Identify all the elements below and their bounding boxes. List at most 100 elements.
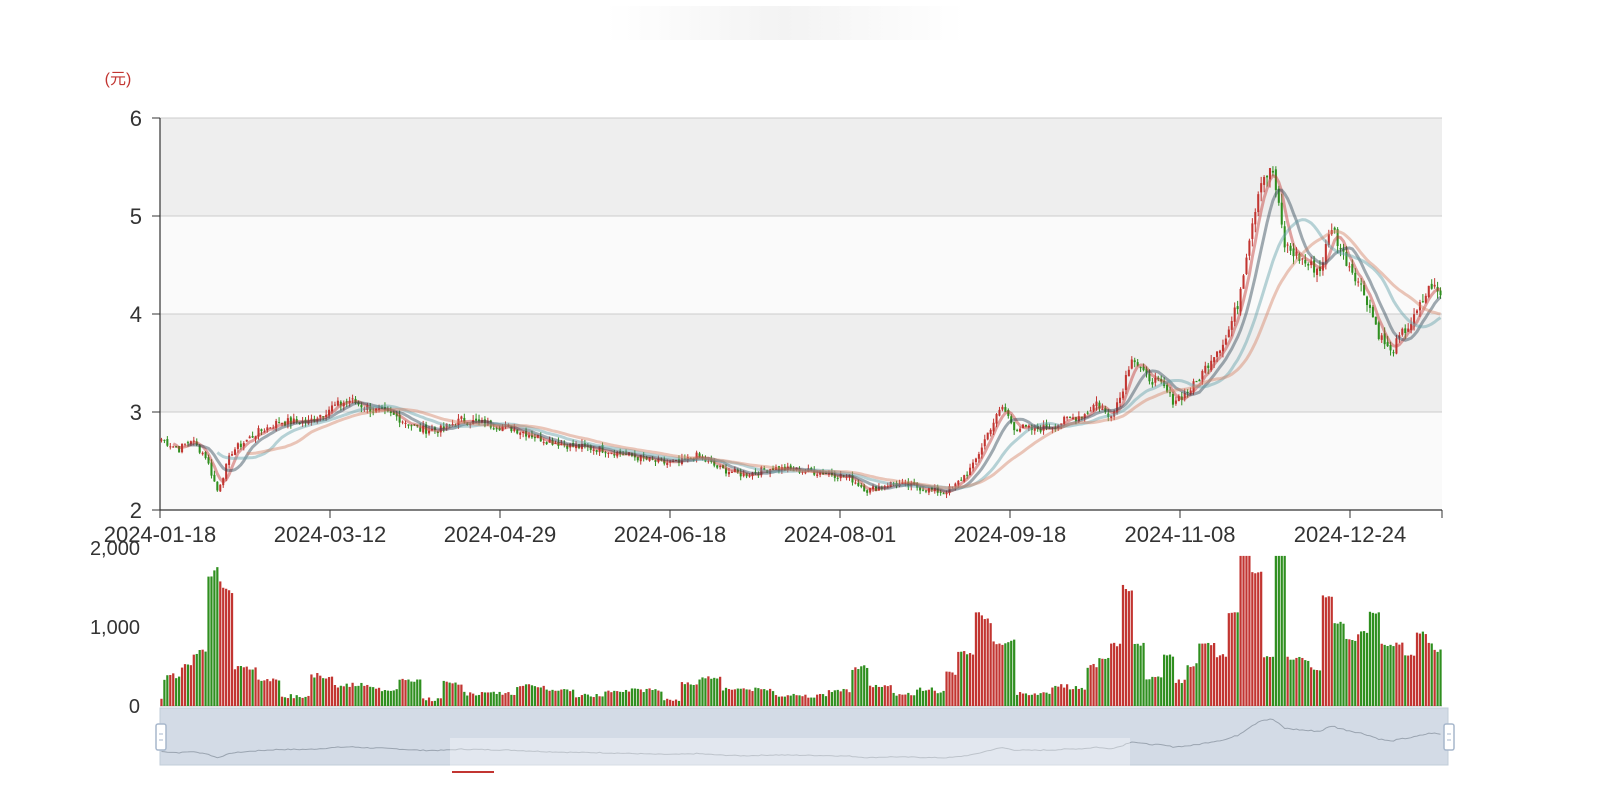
volume-bar bbox=[1248, 555, 1251, 706]
volume-bar bbox=[1057, 686, 1060, 706]
volume-bar bbox=[577, 697, 581, 706]
volume-bar bbox=[198, 650, 201, 706]
volume-bar bbox=[1136, 643, 1139, 706]
volume-bar bbox=[424, 700, 428, 706]
volume-bar bbox=[216, 567, 219, 706]
volume-bar bbox=[389, 690, 392, 706]
volume-bar bbox=[866, 667, 869, 706]
volume-bar bbox=[419, 679, 422, 706]
volume-bar bbox=[383, 690, 387, 706]
volume-bar bbox=[1395, 642, 1398, 706]
volume-bar bbox=[816, 694, 819, 706]
volume-bar bbox=[851, 669, 854, 706]
volume-bar bbox=[236, 666, 240, 706]
volume-bar bbox=[871, 687, 875, 706]
volume-bar bbox=[857, 669, 860, 706]
candle-body bbox=[1357, 281, 1360, 283]
volume-bar bbox=[695, 684, 698, 706]
candle-body bbox=[1404, 328, 1407, 333]
candle-body bbox=[1133, 360, 1136, 363]
volume-bar bbox=[807, 697, 810, 706]
candle-body bbox=[1001, 406, 1004, 410]
candle-body bbox=[1016, 429, 1019, 431]
candle-body bbox=[545, 442, 548, 445]
volume-bar bbox=[169, 674, 172, 706]
volume-bar bbox=[1154, 677, 1157, 706]
candle-body bbox=[1245, 257, 1248, 275]
volume-bar bbox=[1374, 613, 1377, 706]
candle-body bbox=[1124, 375, 1127, 390]
candle-body bbox=[1004, 407, 1007, 412]
volume-bar bbox=[248, 669, 251, 706]
volume-bar bbox=[325, 678, 328, 706]
volume-bar bbox=[407, 679, 410, 706]
volume-bar bbox=[666, 698, 669, 706]
volume-bar bbox=[1168, 654, 1172, 706]
candle-body bbox=[1365, 296, 1369, 306]
volume-bar bbox=[951, 672, 954, 706]
volume-bar bbox=[868, 685, 872, 706]
volume-bar bbox=[524, 684, 528, 706]
candle-body bbox=[995, 414, 998, 424]
volume-bar bbox=[275, 679, 278, 706]
volume-bar bbox=[1254, 573, 1257, 706]
volume-bar bbox=[1392, 646, 1395, 706]
volume-bar bbox=[874, 684, 878, 706]
volume-bar bbox=[683, 684, 686, 706]
volume-y-axis: 0 1,000 2,000 bbox=[90, 538, 1442, 718]
volume-bar bbox=[954, 674, 957, 706]
volume-bar bbox=[551, 689, 554, 706]
volume-bar bbox=[583, 693, 587, 706]
volume-bar bbox=[310, 674, 313, 706]
candle-body bbox=[1242, 275, 1245, 289]
volume-bar bbox=[880, 686, 883, 706]
volume-bar bbox=[1280, 555, 1283, 706]
volume-bar bbox=[1086, 667, 1089, 706]
candle-body bbox=[183, 443, 187, 445]
volume-bar bbox=[995, 644, 998, 706]
volume-bar bbox=[821, 694, 825, 706]
candle-body bbox=[1360, 283, 1363, 285]
volume-bar bbox=[427, 697, 431, 706]
volume-bar bbox=[842, 688, 845, 706]
volume-bar bbox=[910, 695, 913, 706]
candle-body bbox=[1086, 412, 1089, 414]
volume-bar bbox=[401, 678, 404, 706]
volume-bar bbox=[522, 685, 525, 706]
candle-body bbox=[971, 462, 975, 469]
volume-bar bbox=[1327, 596, 1330, 706]
candle-body bbox=[1207, 365, 1210, 369]
candle-body bbox=[1292, 248, 1295, 257]
volume-bar bbox=[942, 690, 945, 706]
candle-body bbox=[595, 450, 598, 452]
candle-body bbox=[1271, 170, 1274, 173]
volume-bar bbox=[304, 696, 307, 706]
data-zoom-slider[interactable] bbox=[155, 707, 1455, 773]
candle-body bbox=[966, 474, 969, 476]
candle-body bbox=[169, 446, 172, 448]
volume-bar bbox=[624, 689, 628, 706]
volume-bar bbox=[301, 697, 304, 706]
candle-body bbox=[1233, 307, 1236, 322]
volume-bar bbox=[1110, 643, 1113, 706]
volume-bar bbox=[1224, 656, 1228, 706]
volume-bar bbox=[204, 651, 207, 706]
volume-bar bbox=[707, 676, 710, 706]
candle-body bbox=[1439, 290, 1442, 296]
volume-bar bbox=[801, 696, 804, 706]
volume-bar bbox=[345, 683, 348, 706]
volume-bar bbox=[298, 697, 301, 706]
volume-bar bbox=[636, 688, 639, 706]
volume-bar bbox=[410, 681, 413, 706]
volume-bar bbox=[686, 682, 689, 706]
volume-bar bbox=[889, 685, 892, 706]
volume-bar bbox=[519, 686, 522, 706]
volume-bar bbox=[280, 696, 284, 706]
volume-bar bbox=[327, 677, 331, 706]
volume-bar bbox=[422, 698, 425, 706]
candle-body bbox=[854, 482, 857, 484]
candle-body bbox=[410, 425, 413, 427]
candle-body bbox=[1301, 258, 1304, 260]
volume-bar bbox=[413, 681, 416, 706]
volume-bar bbox=[360, 682, 363, 706]
